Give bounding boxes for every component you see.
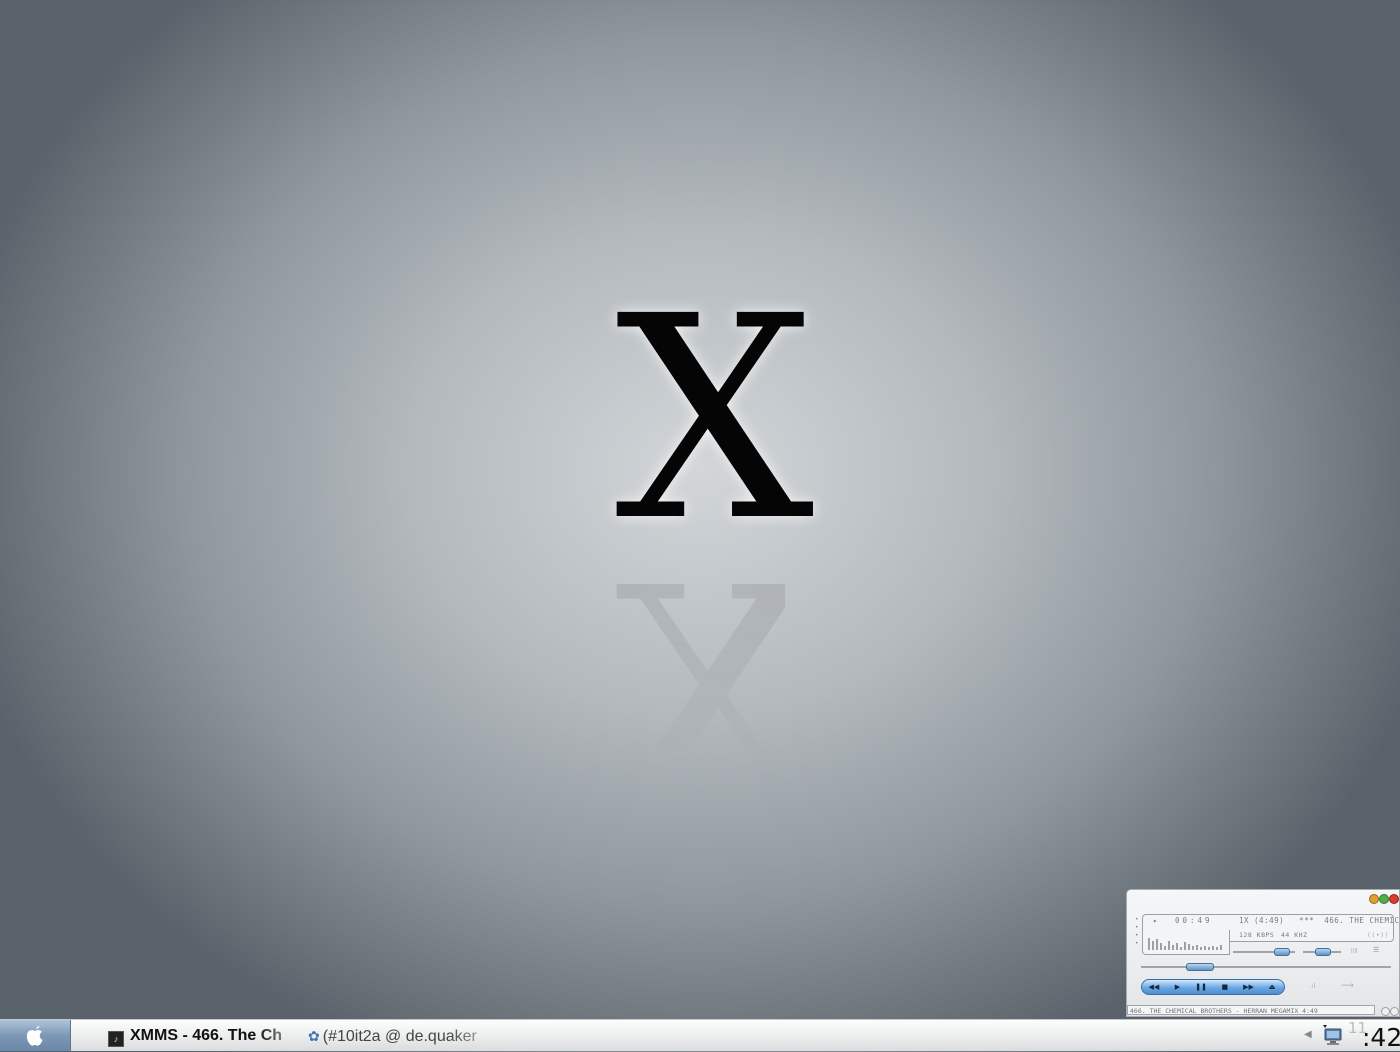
task-title: XMMS - 466. The Ch: [130, 1027, 283, 1044]
taskbar: ♪ XMMS - 466. The Ch ✿ (#10it2a @ de.quake…: [0, 1019, 1400, 1052]
tray-collapse-arrow-icon[interactable]: ◀: [1304, 1029, 1314, 1043]
taskbar-task-xmms[interactable]: ♪ XMMS - 466. The Ch: [108, 1025, 308, 1047]
menu-button[interactable]: [1381, 1007, 1390, 1016]
repeat-button[interactable]: ⟶: [1341, 982, 1359, 991]
next-button[interactable]: ▶▶: [1238, 983, 1258, 991]
stereo-indicator: ((•)): [1367, 931, 1390, 939]
close-window-button[interactable]: [1389, 894, 1399, 904]
desktop-logo: X: [615, 257, 815, 583]
apple-icon: [26, 1025, 43, 1046]
play-button[interactable]: ▶: [1167, 983, 1187, 991]
transport-controls: ◀◀ ▶ ❚❚ ■ ▶▶ ⏏: [1141, 979, 1285, 995]
desktop-logo-reflection: X: [615, 545, 785, 755]
seek-track[interactable]: [1141, 966, 1391, 968]
track-info: 1X (4:49) *** 466. THE CHEMIC: [1239, 916, 1400, 925]
shade-window-button[interactable]: [1369, 894, 1379, 904]
play-status-icon: ▸: [1153, 916, 1159, 925]
bitrate-label: 128 KBPS: [1239, 931, 1275, 939]
task-title: (#10it2a @ de.quaker: [322, 1028, 477, 1045]
shuffle-button[interactable]: .ıl: [1310, 983, 1326, 991]
clock-minutes[interactable]: :42: [1362, 1024, 1400, 1052]
equalizer-toggle[interactable]: ||||: [1351, 948, 1363, 954]
samplerate-label: 44 KHZ: [1281, 931, 1308, 939]
balance-slider-knob[interactable]: [1315, 948, 1331, 956]
options-button[interactable]: [1390, 1007, 1399, 1016]
irc-icon: ✿: [308, 1028, 320, 1044]
spectrum-visualizer[interactable]: [1142, 930, 1230, 955]
elapsed-time[interactable]: 00:49: [1175, 916, 1213, 925]
network-monitor-icon[interactable]: [1322, 1024, 1344, 1048]
seek-slider-knob[interactable]: [1185, 963, 1214, 971]
taskbar-task-irc[interactable]: ✿ (#10it2a @ de.quaker: [308, 1025, 508, 1047]
playlist-toggle[interactable]: ☰: [1373, 946, 1385, 954]
xmms-icon: ♪: [108, 1031, 124, 1047]
song-title-scroller: 466. THE CHEMICAL BROTHERS - HERRAN MEGA…: [1127, 1005, 1375, 1015]
minimize-window-button[interactable]: [1379, 894, 1389, 904]
stop-button[interactable]: ■: [1215, 983, 1235, 991]
previous-button[interactable]: ◀◀: [1144, 983, 1164, 991]
eject-button[interactable]: ⏏: [1262, 983, 1282, 991]
apple-menu-button[interactable]: [0, 1020, 71, 1051]
volume-slider-knob[interactable]: [1273, 948, 1290, 956]
side-menu-dots[interactable]: • • • •: [1135, 916, 1139, 952]
xmms-player-window[interactable]: • • • • ▸ 00:49 1X (4:49) *** 466. THE CHEM…: [1126, 889, 1400, 1017]
pause-button[interactable]: ❚❚: [1191, 983, 1211, 991]
